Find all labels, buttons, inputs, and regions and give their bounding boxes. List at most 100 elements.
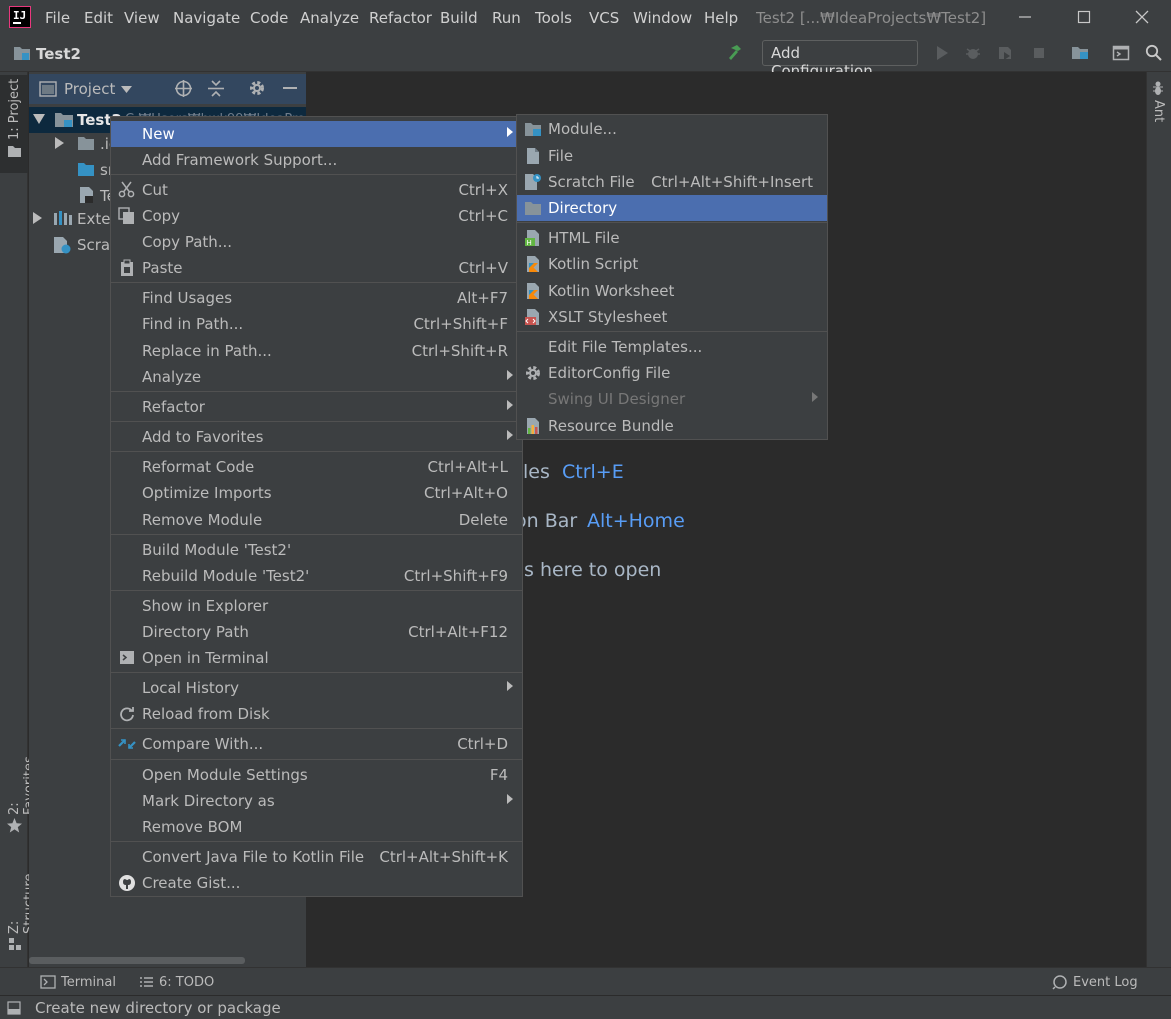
menu-separator	[111, 841, 522, 842]
new-item-module[interactable]: Module...	[517, 116, 827, 142]
ctx-item-add-to-favorites[interactable]: Add to Favorites	[111, 424, 522, 450]
search-icon[interactable]	[1145, 44, 1163, 62]
chevron-down-icon[interactable]	[121, 86, 132, 93]
expand-arrow-icon[interactable]	[33, 114, 45, 124]
ctx-item-add-framework-support[interactable]: Add Framework Support...	[111, 147, 522, 173]
menu-run[interactable]: Run	[492, 9, 521, 27]
ctx-item-remove-bom[interactable]: Remove BOM	[111, 814, 522, 840]
new-item-kotlin-worksheet[interactable]: Kotlin Worksheet	[517, 278, 827, 304]
ctx-item-replace-in-path[interactable]: Replace in Path... Ctrl+Shift+R	[111, 338, 522, 364]
ctx-item-build-module-test2[interactable]: Build Module 'Test2'	[111, 537, 522, 563]
new-item-edit-file-templates[interactable]: Edit File Templates...	[517, 334, 827, 360]
ctx-item-new[interactable]: New	[111, 121, 522, 147]
menu-item-label: Cut	[142, 181, 168, 199]
menu-tools[interactable]: Tools	[535, 9, 572, 27]
ctx-item-convert-java-file-to-kotlin-file[interactable]: Convert Java File to Kotlin File Ctrl+Alt…	[111, 844, 522, 870]
stop-icon[interactable]	[1030, 44, 1048, 62]
menu-item-label: Build Module 'Test2'	[142, 541, 292, 559]
menu-item-label: Reformat Code	[142, 458, 255, 476]
menu-item-shortcut: Ctrl+X	[458, 181, 508, 199]
menu-separator	[111, 451, 522, 452]
new-item-html-file[interactable]: H HTML File	[517, 225, 827, 251]
ctx-item-remove-module[interactable]: Remove Module Delete	[111, 507, 522, 533]
ctx-item-mark-directory-as[interactable]: Mark Directory as	[111, 788, 522, 814]
compare-icon	[118, 735, 136, 753]
debug-icon[interactable]	[964, 44, 982, 62]
menu-item-label: Swing UI Designer	[548, 390, 686, 408]
ctx-item-reload-from-disk[interactable]: Reload from Disk	[111, 701, 522, 727]
menu-view[interactable]: View	[124, 9, 160, 27]
menu-item-label: New	[142, 125, 175, 143]
menu-analyze[interactable]: Analyze	[300, 9, 359, 27]
ctx-item-directory-path[interactable]: Directory Path Ctrl+Alt+F12	[111, 619, 522, 645]
menu-navigate[interactable]: Navigate	[173, 9, 240, 27]
menu-separator	[111, 174, 522, 175]
ctx-item-create-gist[interactable]: Create Gist...	[111, 870, 522, 896]
ctx-item-analyze[interactable]: Analyze	[111, 364, 522, 390]
ctx-item-open-module-settings[interactable]: Open Module Settings F4	[111, 762, 522, 788]
hide-panel-icon[interactable]	[282, 79, 298, 97]
coverage-icon[interactable]	[996, 44, 1014, 62]
gear-icon[interactable]	[248, 79, 266, 97]
ctx-item-rebuild-module-test2[interactable]: Rebuild Module 'Test2' Ctrl+Shift+F9	[111, 563, 522, 589]
ctx-item-copy-path[interactable]: Copy Path...	[111, 229, 522, 255]
tool-tab-terminal[interactable]: Terminal	[61, 975, 116, 990]
new-item-kotlin-script[interactable]: Kotlin Script	[517, 251, 827, 277]
menu-item-label: Local History	[142, 679, 240, 697]
ctx-item-show-in-explorer[interactable]: Show in Explorer	[111, 593, 522, 619]
ctx-item-paste[interactable]: Paste Ctrl+V	[111, 255, 522, 281]
ctx-item-optimize-imports[interactable]: Optimize Imports Ctrl+Alt+O	[111, 480, 522, 506]
menu-window[interactable]: Window	[633, 9, 692, 27]
horizontal-scrollbar[interactable]	[29, 957, 245, 964]
menu-item-label: Reload from Disk	[142, 705, 270, 723]
build-hammer-icon[interactable]	[728, 44, 748, 62]
menu-refactor[interactable]: Refactor	[369, 9, 432, 27]
tool-tab-ant[interactable]: Ant	[1151, 100, 1166, 128]
expand-arrow-icon[interactable]	[55, 137, 64, 149]
menu-vcs[interactable]: VCS	[589, 9, 619, 27]
menu-file[interactable]: File	[45, 9, 70, 27]
close-button[interactable]	[1129, 5, 1155, 29]
ctx-item-cut[interactable]: Cut Ctrl+X	[111, 177, 522, 203]
new-item-scratch-file[interactable]: Scratch File Ctrl+Alt+Shift+Insert	[517, 169, 827, 195]
status-toggle-icon[interactable]	[7, 1001, 21, 1015]
ctx-item-find-in-path[interactable]: Find in Path... Ctrl+Shift+F	[111, 311, 522, 337]
menu-item-label: Optimize Imports	[142, 484, 272, 502]
run-anything-icon[interactable]	[1112, 44, 1130, 62]
menu-item-label: Find in Path...	[142, 315, 244, 333]
tool-tab-event-log[interactable]: Event Log	[1073, 975, 1138, 990]
new-item-editorconfig-file[interactable]: EditorConfig File	[517, 360, 827, 386]
maximize-button[interactable]	[1071, 5, 1097, 29]
collapse-all-icon[interactable]	[207, 79, 225, 98]
tool-tab-todo[interactable]: 6: TODO	[159, 975, 214, 990]
menu-code[interactable]: Code	[250, 9, 288, 27]
ctx-item-copy[interactable]: Copy Ctrl+C	[111, 203, 522, 229]
source-folder-icon	[78, 163, 94, 176]
new-item-file[interactable]: File	[517, 143, 827, 169]
breadcrumb-project[interactable]: Test2	[36, 45, 81, 63]
new-item-directory[interactable]: Directory	[517, 195, 827, 221]
ctx-item-refactor[interactable]: Refactor	[111, 394, 522, 420]
project-structure-icon[interactable]	[1071, 44, 1089, 62]
menu-item-label: Add Framework Support...	[142, 151, 338, 169]
new-submenu: Module... File Scratch File Ctrl+Alt+Shift+…	[516, 114, 828, 440]
ctx-item-local-history[interactable]: Local History	[111, 675, 522, 701]
project-view-selector[interactable]: Project	[64, 80, 115, 98]
menu-help[interactable]: Help	[704, 9, 738, 27]
favorites-star-icon	[7, 818, 22, 833]
ctx-item-reformat-code[interactable]: Reformat Code Ctrl+Alt+L	[111, 454, 522, 480]
run-icon[interactable]	[933, 44, 951, 62]
menu-item-label: Create Gist...	[142, 874, 241, 892]
menu-edit[interactable]: Edit	[84, 9, 113, 27]
locate-target-icon[interactable]	[174, 79, 193, 98]
ctx-item-find-usages[interactable]: Find Usages Alt+F7	[111, 285, 522, 311]
ctx-item-compare-with[interactable]: Compare With... Ctrl+D	[111, 731, 522, 757]
menu-build[interactable]: Build	[440, 9, 478, 27]
expand-arrow-icon[interactable]	[33, 212, 42, 224]
minimize-button[interactable]	[1012, 5, 1038, 29]
github-icon	[118, 874, 136, 892]
ctx-item-open-in-terminal[interactable]: Open in Terminal	[111, 645, 522, 671]
new-item-resource-bundle[interactable]: Resource Bundle	[517, 413, 827, 439]
new-item-xslt-stylesheet[interactable]: XSLT Stylesheet	[517, 304, 827, 330]
add-configuration-button[interactable]: Add Configuration...	[762, 40, 918, 80]
